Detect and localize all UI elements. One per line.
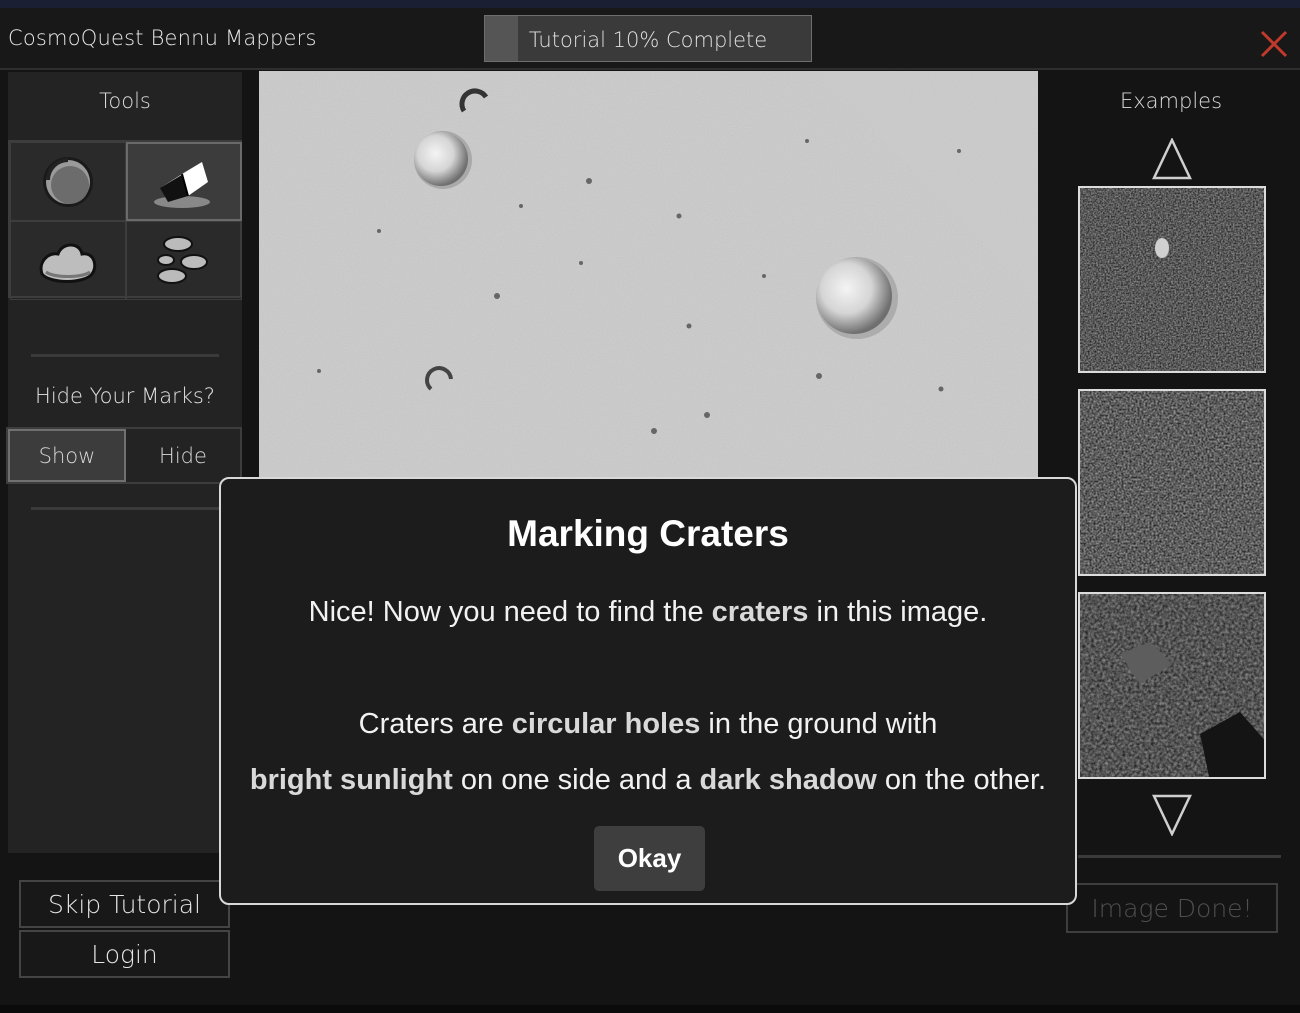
show-marks-button[interactable]: Show: [8, 429, 126, 482]
boulder-tool-button[interactable]: [10, 221, 126, 300]
examples-title: Examples: [1119, 89, 1223, 113]
app-title: CosmoQuest Bennu Mappers: [8, 26, 317, 50]
boulder-icon: [39, 243, 97, 283]
modal-emphasis: bright sunlight: [249, 764, 453, 796]
modal-text: in the ground with: [700, 708, 938, 740]
modal-emphasis: craters: [711, 596, 809, 628]
modal-text: on one side and a: [452, 764, 700, 796]
example-image-2: [1080, 391, 1264, 574]
modal-text: in this image.: [808, 596, 988, 628]
crater-tool-button[interactable]: [10, 142, 126, 221]
examples-divider: [1078, 855, 1281, 858]
marks-toggle: Show Hide: [6, 427, 242, 484]
example-thumbnail[interactable]: [1078, 389, 1266, 576]
tools-grid: [8, 140, 242, 300]
modal-line-2: Craters are circular holes in the ground…: [221, 708, 1075, 741]
example-thumbnail[interactable]: [1078, 186, 1266, 373]
bottom-strip: [0, 1005, 1300, 1013]
marks-divider: [31, 507, 219, 510]
modal-line-3: bright sunlight on one side and a dark s…: [221, 764, 1075, 797]
eraser-tool-button[interactable]: [126, 142, 242, 221]
tools-panel: Tools Hide Your Marks? Show Hide: [6, 72, 242, 853]
skip-tutorial-button[interactable]: Skip Tutorial: [19, 880, 230, 928]
modal-text: Nice! Now you need to find the: [308, 596, 712, 628]
triangle-down-icon[interactable]: [1152, 794, 1192, 836]
progress-label: Tutorial 10% Complete: [528, 28, 768, 52]
asteroid-surface-image[interactable]: [259, 71, 1038, 481]
modal-line-1: Nice! Now you need to find the craters i…: [221, 596, 1075, 629]
modal-text: Craters are: [358, 708, 512, 740]
example-image-1: [1080, 188, 1264, 371]
surface-texture: [259, 71, 1038, 481]
hide-marks-button[interactable]: Hide: [126, 429, 240, 482]
image-done-button[interactable]: Image Done!: [1066, 883, 1278, 933]
login-button[interactable]: Login: [19, 930, 230, 978]
close-icon[interactable]: [1258, 28, 1290, 60]
hide-marks-label: Hide Your Marks?: [35, 384, 215, 408]
header-bar: CosmoQuest Bennu Mappers Tutorial 10% Co…: [0, 8, 1300, 70]
example-image-3: [1080, 594, 1264, 777]
eraser-icon: [154, 161, 210, 208]
tutorial-progress-bar: Tutorial 10% Complete: [484, 15, 812, 62]
tools-divider: [31, 354, 219, 357]
triangle-up-icon[interactable]: [1152, 138, 1192, 180]
modal-emphasis: circular holes: [511, 708, 701, 740]
rock-cluster-tool-button[interactable]: [126, 221, 242, 300]
example-thumbnail[interactable]: [1078, 592, 1266, 779]
top-strip: [0, 0, 1300, 8]
tools-title: Tools: [99, 89, 151, 113]
modal-emphasis: dark shadow: [699, 764, 877, 796]
crater-icon: [43, 156, 93, 207]
rocks-icon: [157, 235, 208, 284]
modal-text: on the other.: [876, 764, 1047, 796]
modal-title: Marking Craters: [507, 513, 789, 554]
okay-button[interactable]: Okay: [594, 826, 705, 891]
tutorial-modal: Marking Craters Nice! Now you need to fi…: [219, 477, 1077, 905]
